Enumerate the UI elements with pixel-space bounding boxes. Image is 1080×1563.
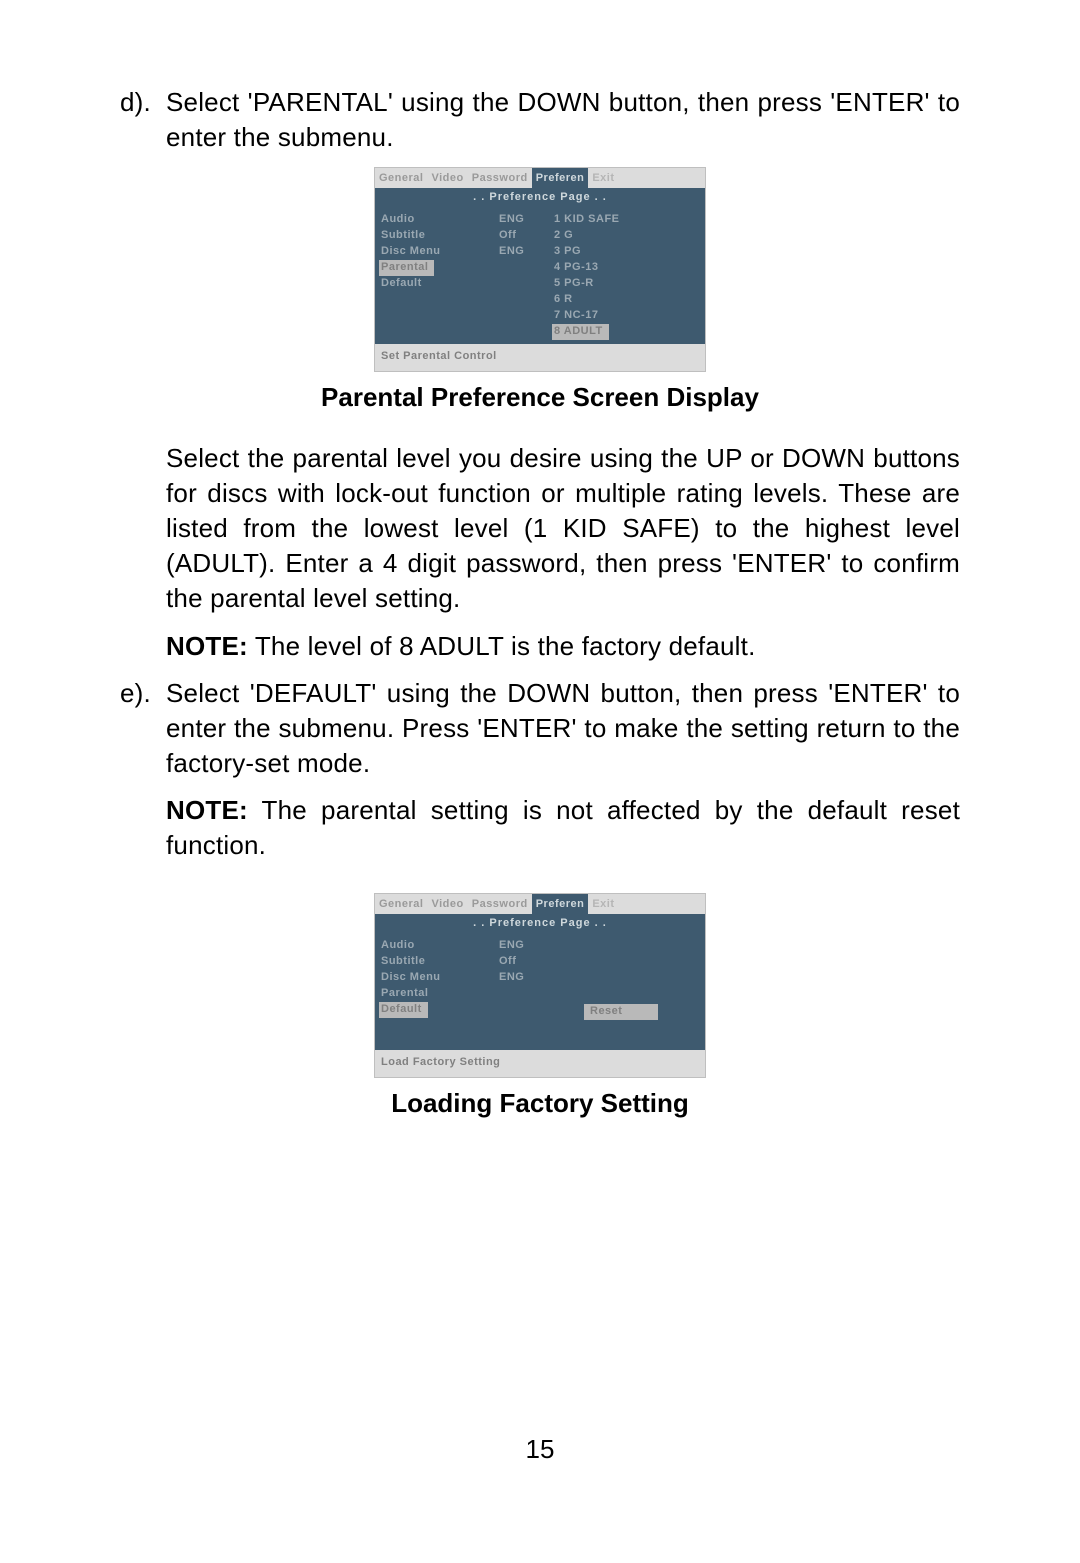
note-1: NOTE: The level of 8 ADULT is the factor… <box>166 629 960 664</box>
value2-discmenu: ENG <box>499 970 554 986</box>
menu-default[interactable]: Default <box>381 277 422 289</box>
tab2-video[interactable]: Video <box>427 894 467 914</box>
osd-footer-default: Load Factory Setting <box>375 1050 705 1077</box>
tab2-exit[interactable]: Exit <box>588 894 618 914</box>
menu2-discmenu[interactable]: Disc Menu <box>381 971 441 983</box>
menu-audio[interactable]: Audio <box>381 213 415 225</box>
menu2-subtitle[interactable]: Subtitle <box>381 955 425 967</box>
osd-tabs-2: General Video Password Preferen Exit <box>375 894 705 914</box>
osd-title-2: . . Preference Page . . <box>375 914 705 934</box>
osd-tabs: General Video Password Preferen Exit <box>375 168 705 188</box>
step-d-text: Select 'PARENTAL' using the DOWN button,… <box>166 85 960 155</box>
menu-discmenu[interactable]: Disc Menu <box>381 245 441 257</box>
step-e: e). Select 'DEFAULT' using the DOWN butt… <box>120 676 960 781</box>
step-d: d). Select 'PARENTAL' using the DOWN but… <box>120 85 960 155</box>
osd-menu-items: Audio Subtitle Disc Menu Parental Defaul… <box>375 212 499 340</box>
tab-general[interactable]: General <box>375 168 427 188</box>
rating-5[interactable]: 5 PG-R <box>554 277 594 289</box>
osd-ratings: 1 KID SAFE 2 G 3 PG 4 PG-13 5 PG-R 6 R 7… <box>554 212 705 340</box>
page-number: 15 <box>0 1434 1080 1465</box>
menu-subtitle[interactable]: Subtitle <box>381 229 425 241</box>
osd-footer-parental: Set Parental Control <box>375 344 705 371</box>
note-2-text: The parental setting is not affected by … <box>166 795 960 860</box>
tab-password[interactable]: Password <box>468 168 532 188</box>
rating-6[interactable]: 6 R <box>554 293 573 305</box>
step-e-text: Select 'DEFAULT' using the DOWN button, … <box>166 676 960 781</box>
menu2-audio[interactable]: Audio <box>381 939 415 951</box>
osd-default-wrap: General Video Password Preferen Exit . .… <box>120 893 960 1078</box>
note-1-text: The level of 8 ADULT is the factory defa… <box>248 631 756 661</box>
rating-2[interactable]: 2 G <box>554 229 573 241</box>
menu2-default[interactable]: Default <box>379 1002 428 1018</box>
osd2-menu-values: ENG Off ENG <box>499 938 554 1046</box>
rating-1[interactable]: 1 KID SAFE <box>554 213 620 225</box>
note-2: NOTE: The parental setting is not affect… <box>166 793 960 863</box>
rating-3[interactable]: 3 PG <box>554 245 581 257</box>
caption-default: Loading Factory Setting <box>120 1088 960 1119</box>
note-1-label: NOTE: <box>166 631 248 661</box>
rating-4[interactable]: 4 PG-13 <box>554 261 598 273</box>
step-e-label: e). <box>120 676 166 781</box>
osd2-menu-items: Audio Subtitle Disc Menu Parental Defaul… <box>375 938 499 1046</box>
value2-audio: ENG <box>499 938 554 954</box>
osd-title: . . Preference Page . . <box>375 188 705 208</box>
rating-8[interactable]: 8 ADULT <box>552 324 609 340</box>
menu-parental[interactable]: Parental <box>379 260 434 276</box>
note-2-label: NOTE: <box>166 795 248 825</box>
osd-menu-values: ENG Off ENG <box>499 212 554 340</box>
osd2-right: Reset <box>554 938 705 1046</box>
parental-description: Select the parental level you desire usi… <box>166 441 960 616</box>
value-subtitle: Off <box>499 228 554 244</box>
osd-body-2: Audio Subtitle Disc Menu Parental Defaul… <box>375 934 705 1050</box>
osd-body: Audio Subtitle Disc Menu Parental Defaul… <box>375 208 705 344</box>
tab-video[interactable]: Video <box>427 168 467 188</box>
tab-preference[interactable]: Preferen <box>532 168 589 188</box>
value-audio: ENG <box>499 212 554 228</box>
tab-exit[interactable]: Exit <box>588 168 618 188</box>
menu2-parental[interactable]: Parental <box>381 987 428 999</box>
tab2-preference[interactable]: Preferen <box>532 894 589 914</box>
tab2-general[interactable]: General <box>375 894 427 914</box>
tab2-password[interactable]: Password <box>468 894 532 914</box>
manual-page: d). Select 'PARENTAL' using the DOWN but… <box>0 0 1080 1563</box>
caption-parental: Parental Preference Screen Display <box>120 382 960 413</box>
value-discmenu: ENG <box>499 244 554 260</box>
osd-parental-wrap: General Video Password Preferen Exit . .… <box>120 167 960 372</box>
step-d-label: d). <box>120 85 166 155</box>
osd-default: General Video Password Preferen Exit . .… <box>374 893 706 1078</box>
osd-parental: General Video Password Preferen Exit . .… <box>374 167 706 372</box>
value2-subtitle: Off <box>499 954 554 970</box>
reset-option[interactable]: Reset <box>584 1004 658 1020</box>
rating-7[interactable]: 7 NC-17 <box>554 309 598 321</box>
